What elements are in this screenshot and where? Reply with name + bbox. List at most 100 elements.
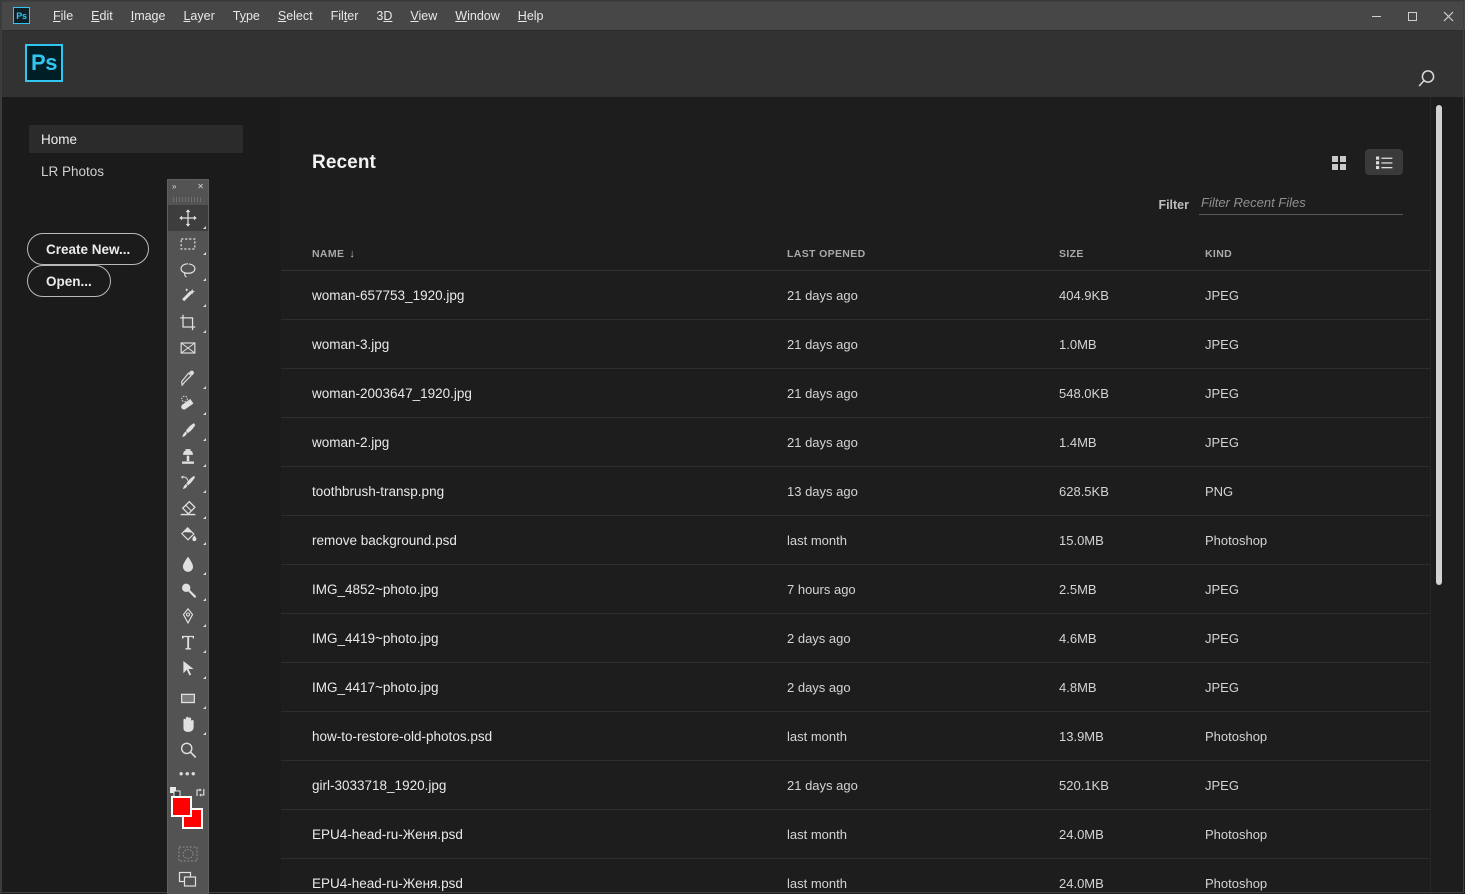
- table-row[interactable]: EPU4-head-ru-Женя.psd last month 24.0MB Pho…: [281, 859, 1446, 894]
- table-row[interactable]: woman-2.jpg 21 days ago 1.4MB JPEG: [281, 418, 1446, 467]
- expand-panel-icon[interactable]: »: [172, 183, 176, 191]
- quick-mask-icon[interactable]: [168, 841, 208, 867]
- menu-item-edit[interactable]: Edit: [82, 1, 122, 31]
- table-row[interactable]: remove background.psd last month 15.0MB Pho…: [281, 516, 1446, 565]
- app-icon[interactable]: Ps: [13, 7, 30, 24]
- create-new-button[interactable]: Create New...: [27, 233, 150, 265]
- minimize-button[interactable]: [1358, 1, 1394, 31]
- sidebar-item-lr-photos[interactable]: LR Photos: [29, 157, 243, 185]
- file-size: 15.0MB: [1059, 532, 1104, 548]
- file-size: 520.1KB: [1059, 777, 1109, 793]
- history-brush-tool[interactable]: [168, 469, 208, 495]
- window-controls: [1358, 1, 1465, 31]
- swap-colors-icon[interactable]: [195, 785, 206, 797]
- color-swatches: [168, 785, 208, 841]
- table-row[interactable]: IMG_4419~photo.jpg 2 days ago 4.6MB JPEG: [281, 614, 1446, 663]
- file-kind: JPEG: [1205, 434, 1239, 450]
- file-kind: JPEG: [1205, 777, 1239, 793]
- list-view-button[interactable]: [1365, 149, 1403, 175]
- table-row[interactable]: how-to-restore-old-photos.psd last month 1…: [281, 712, 1446, 761]
- table-row[interactable]: girl-3033718_1920.jpg 21 days ago 520.1KB J…: [281, 761, 1446, 810]
- photoshop-window: Ps File Edit Image Layer Type Select Filter 3D V…: [0, 0, 1465, 894]
- open-button[interactable]: Open...: [27, 265, 111, 297]
- menu-item-filter[interactable]: Filter: [322, 1, 368, 31]
- panel-grip[interactable]: [173, 195, 203, 203]
- eraser-tool[interactable]: [168, 495, 208, 521]
- screen-mode-icon[interactable]: [168, 867, 208, 893]
- zoom-tool[interactable]: [168, 737, 208, 763]
- file-kind: JPEG: [1205, 287, 1239, 303]
- menu-item-view[interactable]: View: [401, 1, 446, 31]
- file-name: IMG_4852~photo.jpg: [312, 581, 439, 597]
- lasso-tool[interactable]: [168, 257, 208, 283]
- close-panel-icon[interactable]: ✕: [197, 183, 204, 191]
- filter-label: Filter: [1158, 198, 1189, 212]
- file-size: 13.9MB: [1059, 728, 1104, 744]
- menu-item-image[interactable]: Image: [122, 1, 175, 31]
- gradient-tool[interactable]: [168, 521, 208, 547]
- column-header-name[interactable]: NAME ↓: [312, 248, 787, 260]
- file-kind: JPEG: [1205, 679, 1239, 695]
- brush-tool[interactable]: [168, 417, 208, 443]
- path-selection-tool[interactable]: [168, 655, 208, 681]
- table-row[interactable]: woman-657753_1920.jpg 21 days ago 404.9KB J…: [281, 271, 1446, 320]
- table-row[interactable]: IMG_4852~photo.jpg 7 hours ago 2.5MB JPEG: [281, 565, 1446, 614]
- eyedropper-tool[interactable]: [168, 365, 208, 391]
- object-selection-tool[interactable]: [168, 283, 208, 309]
- menu-item-window[interactable]: Window: [446, 1, 508, 31]
- hand-tool[interactable]: [168, 711, 208, 737]
- column-header-last-opened[interactable]: LAST OPENED: [787, 248, 1059, 260]
- scrollbar-thumb[interactable]: [1436, 105, 1442, 585]
- blur-tool[interactable]: [168, 551, 208, 577]
- menu-item-type[interactable]: Type: [224, 1, 269, 31]
- rectangular-marquee-tool[interactable]: [168, 231, 208, 257]
- file-last-opened: 13 days ago: [787, 483, 858, 499]
- more-tools-icon[interactable]: •••: [168, 763, 208, 783]
- file-kind: JPEG: [1205, 581, 1239, 597]
- filter-recent-files-input[interactable]: [1199, 193, 1403, 215]
- move-tool[interactable]: [168, 205, 208, 231]
- menu-item-select[interactable]: Select: [269, 1, 322, 31]
- menu-item-layer[interactable]: Layer: [174, 1, 223, 31]
- file-name: woman-2.jpg: [312, 434, 390, 450]
- default-colors-icon[interactable]: [170, 785, 181, 798]
- crop-tool[interactable]: [168, 309, 208, 335]
- clone-stamp-tool[interactable]: [168, 443, 208, 469]
- table-row[interactable]: toothbrush-transp.png 13 days ago 628.5KB P…: [281, 467, 1446, 516]
- file-name: IMG_4417~photo.jpg: [312, 679, 439, 695]
- column-header-kind[interactable]: KIND: [1205, 248, 1355, 260]
- file-kind: Photoshop: [1205, 875, 1268, 891]
- grid-view-button[interactable]: [1319, 149, 1357, 175]
- file-size: 1.0MB: [1059, 336, 1097, 352]
- menu-item-help[interactable]: Help: [509, 1, 553, 31]
- file-last-opened: 21 days ago: [787, 777, 858, 793]
- file-last-opened: last month: [787, 728, 847, 744]
- view-mode-toggle: [1319, 149, 1403, 175]
- search-icon[interactable]: [1410, 62, 1444, 96]
- file-last-opened: last month: [787, 532, 847, 548]
- body-area: Home LR Photos Create New... Open... Rece…: [1, 97, 1465, 894]
- table-row[interactable]: IMG_4417~photo.jpg 2 days ago 4.8MB JPEG: [281, 663, 1446, 712]
- main-content: Recent Filter Filter Recent Files NAME ↓…: [281, 97, 1446, 894]
- rectangle-tool[interactable]: [168, 685, 208, 711]
- file-name: remove background.psd: [312, 532, 457, 548]
- close-button[interactable]: [1430, 1, 1465, 31]
- menu-item-file[interactable]: File: [44, 1, 82, 31]
- frame-tool[interactable]: [168, 335, 208, 361]
- sidebar-item-label: LR Photos: [41, 163, 105, 179]
- menu-item-3d[interactable]: 3D: [367, 1, 401, 31]
- sidebar-item-label: Home: [41, 131, 78, 147]
- dodge-tool[interactable]: [168, 577, 208, 603]
- table-row[interactable]: EPU4-head-ru-Женя.psd last month 24.0MB Pho…: [281, 810, 1446, 859]
- table-row[interactable]: woman-2003647_1920.jpg 21 days ago 548.0KB…: [281, 369, 1446, 418]
- vertical-scrollbar[interactable]: [1430, 97, 1446, 894]
- maximize-button[interactable]: [1394, 1, 1430, 31]
- type-tool[interactable]: [168, 629, 208, 655]
- file-last-opened: 21 days ago: [787, 287, 858, 303]
- foreground-color-swatch[interactable]: [171, 796, 192, 817]
- column-header-size[interactable]: SIZE: [1059, 248, 1205, 260]
- pen-tool[interactable]: [168, 603, 208, 629]
- sidebar-item-home[interactable]: Home: [29, 125, 243, 153]
- table-row[interactable]: woman-3.jpg 21 days ago 1.0MB JPEG: [281, 320, 1446, 369]
- spot-healing-brush-tool[interactable]: [168, 391, 208, 417]
